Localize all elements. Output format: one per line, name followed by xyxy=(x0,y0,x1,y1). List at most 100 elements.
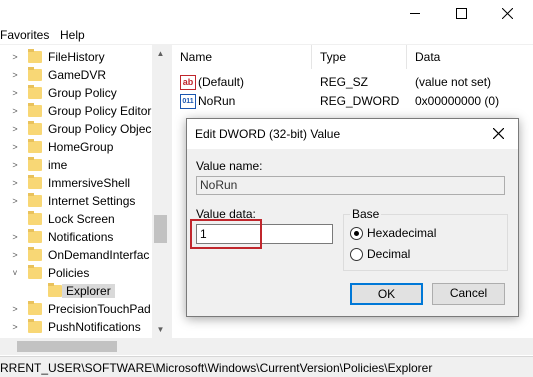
folder-icon xyxy=(28,193,42,207)
tree-item[interactable]: > PushNotifications xyxy=(0,318,152,336)
chevron-right-icon[interactable]: > xyxy=(10,51,20,63)
chevron-right-icon[interactable]: > xyxy=(10,195,20,207)
tree-item-label: Notifications xyxy=(48,230,114,244)
maximize-button[interactable] xyxy=(438,0,484,26)
folder-icon xyxy=(28,103,42,117)
scroll-up-icon[interactable]: ▲ xyxy=(152,45,169,62)
row-data: 0x00000000 (0) xyxy=(415,94,500,108)
tree-item[interactable]: v Policies xyxy=(0,264,152,282)
folder-icon xyxy=(48,283,62,297)
list-row-default[interactable]: ab (Default) REG_SZ (value not set) xyxy=(172,72,533,91)
folder-icon xyxy=(28,157,42,171)
tree-item[interactable]: > HomeGroup xyxy=(0,138,152,156)
tree-item-label: ime xyxy=(48,158,68,172)
horizontal-scrollbar[interactable] xyxy=(0,338,533,355)
tree-item[interactable]: > Notifications xyxy=(0,228,152,246)
folder-icon xyxy=(28,301,42,315)
title-bar xyxy=(0,0,533,26)
folder-icon xyxy=(28,211,42,225)
base-label: Base xyxy=(350,207,382,221)
ok-button[interactable]: OK xyxy=(350,283,423,305)
tree-item[interactable]: > Group Policy xyxy=(0,84,152,102)
tree-item[interactable]: Explorer xyxy=(0,282,152,300)
string-value-icon: ab xyxy=(180,75,196,90)
tree-item[interactable]: > Group Policy Editor xyxy=(0,102,152,120)
chevron-right-icon[interactable] xyxy=(10,285,20,297)
scroll-down-icon[interactable]: ▼ xyxy=(152,321,169,338)
chevron-right-icon[interactable] xyxy=(10,213,20,225)
chevron-right-icon[interactable]: > xyxy=(10,69,20,81)
chevron-right-icon[interactable]: > xyxy=(10,123,20,135)
close-icon xyxy=(501,7,513,19)
tree-item[interactable]: > FileHistory xyxy=(0,48,152,66)
folder-icon xyxy=(28,319,42,333)
tree-item[interactable]: > Internet Settings xyxy=(0,192,152,210)
minimize-button[interactable] xyxy=(392,0,438,26)
registry-tree: > FileHistory > GameDVR > Group Policy > Group … xyxy=(0,45,152,338)
column-header-data[interactable]: Data xyxy=(407,45,533,69)
maximize-icon xyxy=(455,7,467,19)
scrollbar-thumb[interactable] xyxy=(17,341,117,352)
tree-item[interactable]: Lock Screen xyxy=(0,210,152,228)
folder-icon xyxy=(28,49,42,63)
binary-value-icon: 011 xyxy=(180,94,196,109)
tree-item[interactable]: > PrecisionTouchPad xyxy=(0,300,152,318)
tree-item-label: GameDVR xyxy=(48,68,107,82)
folder-icon xyxy=(28,85,42,99)
row-name: (Default) xyxy=(198,75,245,89)
tree-item-label: ImmersiveShell xyxy=(48,176,131,190)
list-row-norun[interactable]: 011 NoRun REG_DWORD 0x00000000 (0) xyxy=(172,91,533,110)
chevron-right-icon[interactable]: > xyxy=(10,87,20,99)
close-button[interactable] xyxy=(484,0,530,26)
value-name-label: Value name: xyxy=(196,159,263,173)
chevron-right-icon[interactable]: > xyxy=(10,303,20,315)
radio-decimal[interactable]: Decimal xyxy=(350,247,510,263)
row-type: REG_DWORD xyxy=(320,94,400,108)
folder-icon xyxy=(28,139,42,153)
tree-item-label: Explorer xyxy=(62,284,115,298)
edit-dword-dialog: Edit DWORD (32-bit) Value Value name: No… xyxy=(186,118,519,317)
scrollbar-thumb[interactable] xyxy=(154,215,167,243)
column-header-type[interactable]: Type xyxy=(312,45,407,69)
tree-item-label: FileHistory xyxy=(48,50,105,64)
folder-icon xyxy=(28,229,42,243)
tree-item[interactable]: > ImmersiveShell xyxy=(0,174,152,192)
tree-item-label: PushNotifications xyxy=(48,320,141,334)
value-name-field: NoRun xyxy=(196,176,505,195)
tree-scrollbar[interactable]: ▲ ▼ xyxy=(152,45,169,338)
tree-item[interactable]: > OnDemandInterfac xyxy=(0,246,152,264)
radio-selected-icon xyxy=(350,227,363,240)
menu-bar: Favorites Help xyxy=(0,26,533,44)
folder-icon xyxy=(28,67,42,81)
chevron-right-icon[interactable]: > xyxy=(10,141,20,153)
chevron-right-icon[interactable]: > xyxy=(10,249,20,261)
tree-item[interactable]: > GameDVR xyxy=(0,66,152,84)
radio-hexadecimal[interactable]: Hexadecimal xyxy=(350,226,510,242)
tree-item-label: Policies xyxy=(48,266,90,280)
chevron-right-icon[interactable]: > xyxy=(10,231,20,243)
status-bar: RRENT_USER\SOFTWARE\Microsoft\Windows\Cu… xyxy=(0,356,533,377)
radio-unselected-icon xyxy=(350,248,363,261)
chevron-right-icon[interactable]: > xyxy=(10,321,20,333)
row-type: REG_SZ xyxy=(320,75,369,89)
chevron-right-icon[interactable]: > xyxy=(10,105,20,117)
menu-favorites[interactable]: Favorites xyxy=(0,28,49,42)
chevron-right-icon[interactable]: > xyxy=(10,159,20,171)
dialog-close-button[interactable] xyxy=(486,122,510,146)
cancel-button[interactable]: Cancel xyxy=(432,283,505,305)
chevron-right-icon[interactable]: > xyxy=(10,177,20,189)
radio-label: Hexadecimal xyxy=(367,226,437,240)
row-name: NoRun xyxy=(198,94,236,108)
tree-item-label: Group Policy xyxy=(48,86,117,100)
tree-item-label: Lock Screen xyxy=(48,212,115,226)
radio-label: Decimal xyxy=(367,247,411,261)
chevron-down-icon[interactable]: v xyxy=(10,267,20,279)
menu-help[interactable]: Help xyxy=(60,28,85,42)
tree-item-label: HomeGroup xyxy=(48,140,114,154)
folder-icon xyxy=(28,121,42,135)
tree-item[interactable]: > ime xyxy=(0,156,152,174)
column-header-name[interactable]: Name xyxy=(172,45,312,69)
folder-icon xyxy=(28,175,42,189)
tree-item[interactable]: > Group Policy Objec xyxy=(0,120,152,138)
dialog-title: Edit DWORD (32-bit) Value xyxy=(195,127,341,141)
